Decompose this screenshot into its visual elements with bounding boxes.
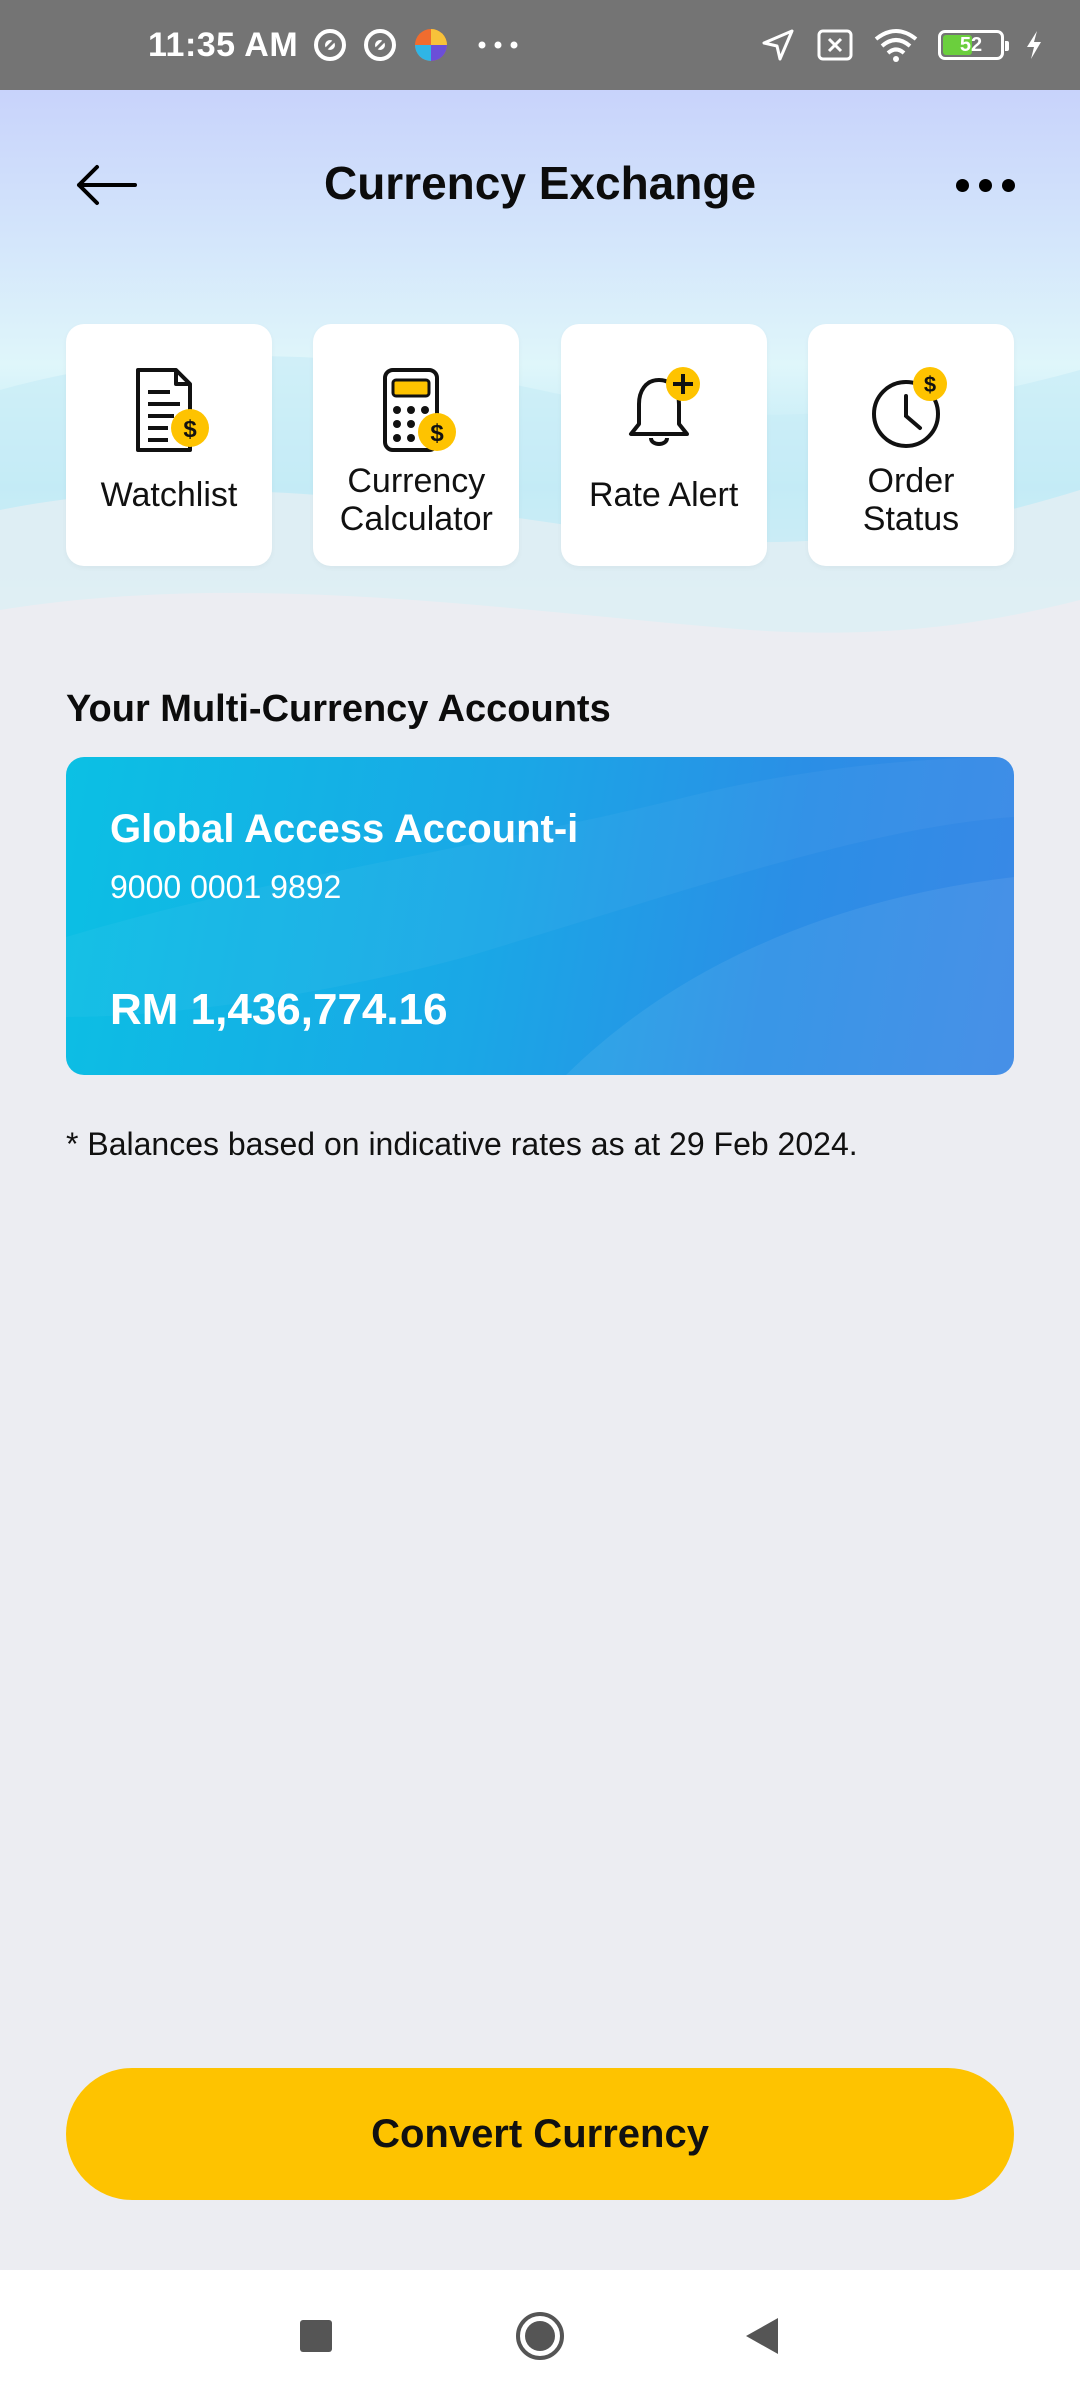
status-left-icons: [312, 0, 522, 90]
app-bubble-icon: [415, 29, 447, 61]
wifi-icon: [874, 29, 918, 62]
system-back-button[interactable]: [722, 2298, 802, 2374]
svg-text:$: $: [924, 372, 936, 397]
clock-dollar-icon: $: [866, 366, 956, 456]
calculator-dollar-icon: $: [371, 366, 461, 456]
page-title: Currency Exchange: [323, 157, 757, 209]
battery-level: 52: [959, 33, 983, 56]
document-dollar-icon: $: [124, 366, 214, 456]
status-bar: 11:35 AM 52: [0, 0, 1080, 90]
sync-circle-icon: [364, 29, 396, 61]
home-circle-icon: [516, 2312, 564, 2360]
order-status-tile[interactable]: $ Order Status: [807, 324, 1014, 566]
location-arrow-icon: [762, 29, 794, 61]
rate-alert-tile[interactable]: Rate Alert: [560, 324, 767, 566]
more-dot: [1001, 178, 1015, 192]
status-time: 11:35 AM: [148, 25, 299, 64]
account-card[interactable]: Global Access Account-i 9000 0001 9892 R…: [66, 757, 1014, 1075]
currency-calculator-label: Currency Calculator: [339, 462, 493, 538]
more-dot: [978, 178, 992, 192]
svg-text:$: $: [183, 416, 197, 443]
svg-text:$: $: [431, 420, 445, 447]
sync-circle-icon: [314, 29, 346, 61]
rate-alert-label: Rate Alert: [589, 476, 739, 514]
more-dots-icon: [478, 41, 518, 49]
account-name: Global Access Account-i: [110, 807, 579, 851]
more-horizontal-icon: [955, 178, 969, 192]
home-button[interactable]: [500, 2298, 580, 2374]
back-triangle-icon: [746, 2318, 778, 2354]
status-right-icons: 52: [760, 0, 1044, 90]
charging-bolt-icon: [1027, 31, 1041, 59]
recents-button[interactable]: [276, 2298, 356, 2374]
section-title: Your Multi-Currency Accounts: [66, 688, 611, 730]
quick-actions: $ Watchlist $ Currency Calculator Rate A…: [66, 324, 1014, 566]
order-status-label: Order Status: [862, 462, 960, 538]
recents-square-icon: [300, 2320, 332, 2352]
watchlist-tile[interactable]: $ Watchlist: [66, 324, 272, 566]
sim-off-icon: [817, 29, 853, 61]
more-options-button[interactable]: [940, 155, 1030, 215]
account-balance: RM 1,436,774.16: [110, 985, 448, 1034]
currency-calculator-tile[interactable]: $ Currency Calculator: [313, 324, 520, 566]
convert-currency-button[interactable]: Convert Currency: [66, 2068, 1014, 2200]
battery-icon: 52: [938, 30, 1009, 60]
watchlist-label: Watchlist: [100, 476, 238, 514]
balance-disclaimer: * Balances based on indicative rates as …: [66, 1126, 858, 1162]
account-number: 9000 0001 9892: [110, 869, 342, 905]
system-nav-bar: [0, 2270, 1080, 2400]
bell-plus-icon: [619, 366, 709, 456]
